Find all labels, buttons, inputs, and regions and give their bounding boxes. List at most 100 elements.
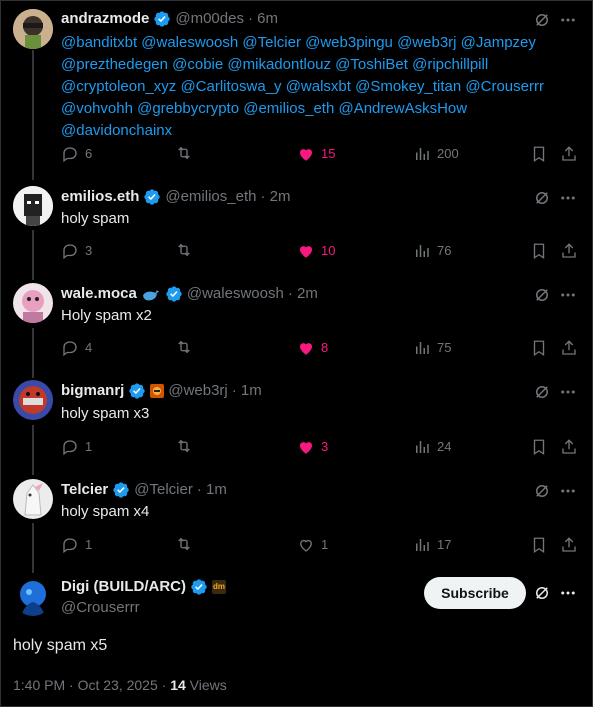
post-timestamp[interactable]: 1:40 PM · Oct 23, 2025 · bbox=[13, 677, 170, 693]
subscribe-button[interactable]: Subscribe bbox=[424, 577, 526, 609]
mentions-text[interactable]: @banditxbt @waleswoosh @Telcier @web3pin… bbox=[61, 32, 573, 142]
avatar[interactable] bbox=[13, 9, 53, 49]
avatar-image bbox=[13, 479, 53, 519]
timestamp[interactable]: · 1m bbox=[197, 480, 227, 500]
handle[interactable]: @m00des bbox=[175, 9, 244, 29]
mention-line[interactable]: @vohvohh @grebbycrypto @emilios_eth @And… bbox=[61, 98, 573, 120]
post-header: andrazmode @m00des · 6m bbox=[61, 9, 523, 29]
views-button[interactable]: 76 bbox=[413, 241, 451, 261]
avatar-image bbox=[13, 576, 53, 616]
views-count: 14 bbox=[170, 677, 186, 693]
display-name[interactable]: emilios.eth bbox=[61, 187, 139, 207]
repost-button[interactable] bbox=[175, 241, 193, 259]
avatar[interactable] bbox=[13, 576, 53, 616]
bookmark-icon[interactable] bbox=[530, 145, 548, 163]
repost-button[interactable] bbox=[175, 144, 193, 162]
like-button[interactable]: 15 bbox=[297, 144, 335, 164]
reply-post[interactable]: emilios.eth @emilios_eth · 2m holy spam … bbox=[0, 180, 593, 276]
action-bar: 4 8 75 bbox=[61, 338, 579, 358]
more-options-icon[interactable] bbox=[559, 584, 577, 602]
post-text: holy spam x5 bbox=[13, 637, 108, 654]
timestamp[interactable]: · 2m bbox=[260, 187, 290, 207]
post-header: emilios.eth @emilios_eth · 2m bbox=[61, 187, 523, 207]
like-button[interactable]: 8 bbox=[297, 338, 328, 358]
reply-icon bbox=[63, 538, 77, 554]
reply-post[interactable]: andrazmode @m00des · 6m @banditxbt @wale… bbox=[0, 0, 593, 180]
reply-post[interactable]: Telcier @Telcier · 1m holy spam x4 1 1 1… bbox=[0, 471, 593, 568]
avatar-image bbox=[13, 186, 53, 226]
mention-line[interactable]: @banditxbt @waleswoosh @Telcier @web3pin… bbox=[61, 32, 573, 54]
repost-button[interactable] bbox=[175, 338, 193, 356]
reply-button[interactable]: 1 bbox=[61, 437, 92, 457]
mention-line[interactable]: @prezthedegen @cobie @mikadontlouz @Tosh… bbox=[61, 54, 573, 76]
heart-filled-icon bbox=[300, 149, 312, 161]
affiliate-badge: dm bbox=[211, 580, 226, 594]
display-name[interactable]: Telcier bbox=[61, 480, 108, 500]
views-button[interactable]: 200 bbox=[413, 144, 459, 164]
grok-icon[interactable] bbox=[533, 482, 551, 500]
grok-icon[interactable] bbox=[533, 189, 551, 207]
timestamp[interactable]: · 2m bbox=[288, 284, 318, 304]
handle[interactable]: @Telcier bbox=[134, 480, 193, 500]
display-name[interactable]: Digi (BUILD/ARC) bbox=[61, 577, 186, 597]
mention-line[interactable]: @cryptoleon_xyz @Carlitoswa_y @walsxbt @… bbox=[61, 76, 573, 98]
handle[interactable]: @waleswoosh bbox=[187, 284, 284, 304]
affiliate-badge-icon bbox=[150, 384, 165, 398]
like-button[interactable]: 3 bbox=[297, 437, 328, 457]
share-icon[interactable] bbox=[560, 145, 578, 163]
views-button[interactable]: 17 bbox=[413, 535, 451, 555]
grok-icon[interactable] bbox=[533, 11, 551, 29]
avatar[interactable] bbox=[13, 380, 53, 420]
verified-icon bbox=[113, 482, 129, 498]
repost-button[interactable] bbox=[175, 437, 193, 455]
verified-icon bbox=[166, 286, 182, 302]
handle[interactable]: @emilios_eth bbox=[165, 187, 256, 207]
post-header: bigmanrj @web3rj · 1m bbox=[61, 381, 523, 401]
repost-button[interactable] bbox=[175, 535, 193, 553]
analytics-icon bbox=[416, 148, 429, 160]
bookmark-icon[interactable] bbox=[530, 242, 548, 260]
handle[interactable]: @web3rj bbox=[168, 381, 227, 401]
reply-post[interactable]: bigmanrj @web3rj · 1m holy spam x3 1 3 2… bbox=[0, 374, 593, 471]
post-text: Holy spam x2 bbox=[61, 307, 152, 324]
grok-icon[interactable] bbox=[533, 383, 551, 401]
avatar[interactable] bbox=[13, 283, 53, 323]
more-options-icon[interactable] bbox=[559, 383, 577, 401]
bookmark-icon[interactable] bbox=[530, 339, 548, 357]
reply-button[interactable]: 4 bbox=[61, 338, 92, 358]
bookmark-icon[interactable] bbox=[530, 438, 548, 456]
like-button[interactable]: 1 bbox=[297, 535, 328, 555]
display-name[interactable]: wale.moca bbox=[61, 284, 137, 304]
repost-icon bbox=[178, 340, 190, 354]
views-button[interactable]: 75 bbox=[413, 338, 451, 358]
more-options-icon[interactable] bbox=[559, 286, 577, 304]
mention-line[interactable]: @davidonchainx bbox=[61, 120, 573, 142]
share-icon[interactable] bbox=[560, 438, 578, 456]
reply-button[interactable]: 6 bbox=[61, 144, 92, 164]
reply-post[interactable]: wale.moca @waleswoosh · 2m Holy spam x2 … bbox=[0, 276, 593, 374]
heart-filled-icon bbox=[300, 343, 312, 355]
more-options-icon[interactable] bbox=[559, 189, 577, 207]
grok-icon[interactable] bbox=[533, 584, 551, 602]
bookmark-icon[interactable] bbox=[530, 536, 548, 554]
reply-button[interactable]: 1 bbox=[61, 535, 92, 555]
reply-button[interactable]: 3 bbox=[61, 241, 92, 261]
like-button[interactable]: 10 bbox=[297, 241, 335, 261]
heart-outline-icon bbox=[300, 539, 312, 552]
share-icon[interactable] bbox=[560, 536, 578, 554]
handle[interactable]: @Crouserrr bbox=[61, 598, 140, 618]
grok-icon[interactable] bbox=[533, 286, 551, 304]
timestamp[interactable]: · 6m bbox=[248, 9, 278, 29]
avatar[interactable] bbox=[13, 479, 53, 519]
analytics-icon bbox=[416, 342, 429, 354]
display-name[interactable]: andrazmode bbox=[61, 9, 149, 29]
share-icon[interactable] bbox=[560, 242, 578, 260]
more-options-icon[interactable] bbox=[559, 482, 577, 500]
more-options-icon[interactable] bbox=[559, 11, 577, 29]
views-button[interactable]: 24 bbox=[413, 437, 451, 457]
avatar[interactable] bbox=[13, 186, 53, 226]
post-text: holy spam bbox=[61, 210, 130, 227]
share-icon[interactable] bbox=[560, 339, 578, 357]
display-name[interactable]: bigmanrj bbox=[61, 381, 124, 401]
timestamp[interactable]: · 1m bbox=[232, 381, 262, 401]
